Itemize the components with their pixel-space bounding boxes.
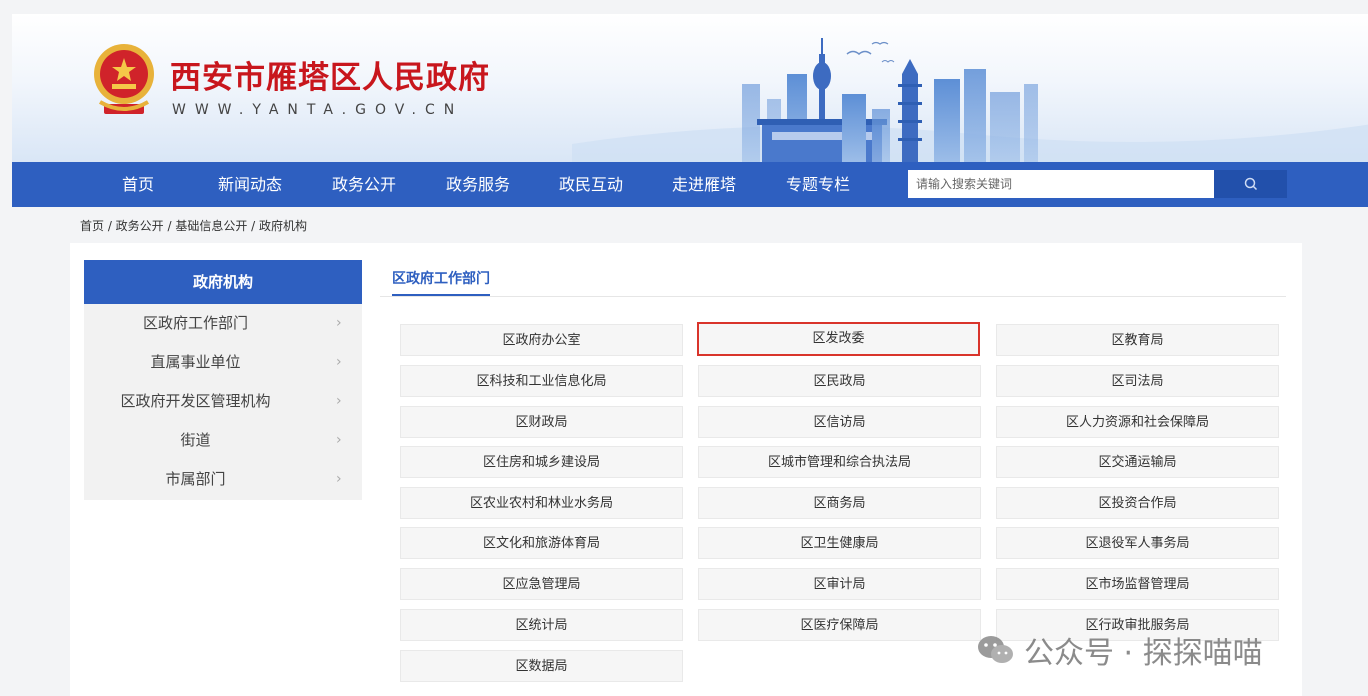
- sidebar-item-label: 街道: [180, 431, 211, 449]
- department-button-highlighted[interactable]: 区发改委: [697, 322, 980, 356]
- department-button[interactable]: 区统计局: [400, 609, 683, 641]
- sidebar-item-affiliated-units[interactable]: 直属事业单位 ›: [84, 343, 362, 382]
- department-button[interactable]: 区住房和城乡建设局: [400, 446, 683, 478]
- nav-gov-affairs-open[interactable]: 政务公开: [332, 162, 396, 207]
- section-title: 区政府工作部门: [392, 268, 490, 296]
- site-title: 西安市雁塔区人民政府: [170, 60, 490, 96]
- divider: [380, 296, 1286, 297]
- header-banner: 西安市雁塔区人民政府 WWW.YANTA.GOV.CN: [12, 14, 1368, 162]
- sidebar-item-label: 市属部门: [165, 470, 226, 488]
- main-nav: 首页 新闻动态 政务公开 政务服务 政民互动 走进雁塔 专题专栏: [12, 162, 1368, 207]
- department-button[interactable]: 区投资合作局: [996, 487, 1279, 519]
- sidebar-item-development-zones[interactable]: 区政府开发区管理机构 ›: [84, 382, 362, 421]
- sidebar-item-city-departments[interactable]: 市属部门 ›: [84, 460, 362, 499]
- search-input[interactable]: [908, 170, 1214, 198]
- department-button[interactable]: 区退役军人事务局: [996, 527, 1279, 559]
- department-button[interactable]: 区卫生健康局: [698, 527, 981, 559]
- national-emblem-logo: [94, 44, 154, 114]
- sidebar-item-label: 区政府开发区管理机构: [120, 392, 271, 410]
- department-button[interactable]: 区信访局: [698, 406, 981, 438]
- department-button[interactable]: 区文化和旅游体育局: [400, 527, 683, 559]
- wechat-icon: [978, 636, 1013, 663]
- chevron-right-icon: ›: [336, 393, 342, 409]
- chevron-right-icon: ›: [336, 354, 342, 370]
- department-button[interactable]: 区政府办公室: [400, 324, 683, 356]
- chevron-right-icon: ›: [336, 315, 342, 331]
- chevron-right-icon: ›: [336, 471, 342, 487]
- nav-special-topics[interactable]: 专题专栏: [786, 162, 850, 207]
- department-button[interactable]: 区司法局: [996, 365, 1279, 397]
- department-button[interactable]: 区民政局: [698, 365, 981, 397]
- nav-gov-services[interactable]: 政务服务: [446, 162, 510, 207]
- department-button[interactable]: 区应急管理局: [400, 568, 683, 600]
- department-button[interactable]: 区医疗保障局: [698, 609, 981, 641]
- sidebar-menu: 区政府工作部门 › 直属事业单位 › 区政府开发区管理机构 › 街道 › 市属部…: [84, 304, 362, 500]
- sidebar-item-gov-departments[interactable]: 区政府工作部门 ›: [84, 304, 362, 343]
- search-icon: [1244, 177, 1257, 191]
- department-button[interactable]: 区农业农村和林业水务局: [400, 487, 683, 519]
- sidebar-item-label: 区政府工作部门: [142, 314, 248, 332]
- department-button[interactable]: 区人力资源和社会保障局: [996, 406, 1279, 438]
- nav-news[interactable]: 新闻动态: [218, 162, 282, 207]
- search-button[interactable]: [1214, 170, 1287, 198]
- department-button[interactable]: 区教育局: [996, 324, 1279, 356]
- nav-home[interactable]: 首页: [122, 162, 154, 207]
- department-button[interactable]: 区审计局: [698, 568, 981, 600]
- chevron-right-icon: ›: [336, 432, 342, 448]
- watermark-text: 公众号 · 探探喵喵: [1024, 636, 1263, 671]
- department-button[interactable]: 区城市管理和综合执法局: [698, 446, 981, 478]
- department-button[interactable]: 区交通运输局: [996, 446, 1279, 478]
- site-url: WWW.YANTA.GOV.CN: [172, 102, 464, 118]
- department-button[interactable]: 区财政局: [400, 406, 683, 438]
- sidebar-title: 政府机构: [84, 260, 362, 304]
- department-button[interactable]: 区数据局: [400, 650, 683, 682]
- sidebar-item-label: 直属事业单位: [150, 353, 241, 371]
- nav-interaction[interactable]: 政民互动: [559, 162, 623, 207]
- department-button[interactable]: 区科技和工业信息化局: [400, 365, 683, 397]
- breadcrumb: 首页 / 政务公开 / 基础信息公开 / 政府机构: [80, 219, 308, 233]
- city-skyline-illustration: [572, 38, 1368, 162]
- department-button[interactable]: 区市场监督管理局: [996, 568, 1279, 600]
- department-button[interactable]: 区商务局: [698, 487, 981, 519]
- sidebar-item-streets[interactable]: 街道 ›: [84, 421, 362, 460]
- nav-about-yanta[interactable]: 走进雁塔: [672, 162, 736, 207]
- wechat-watermark: 公众号 · 探探喵喵: [976, 628, 1263, 672]
